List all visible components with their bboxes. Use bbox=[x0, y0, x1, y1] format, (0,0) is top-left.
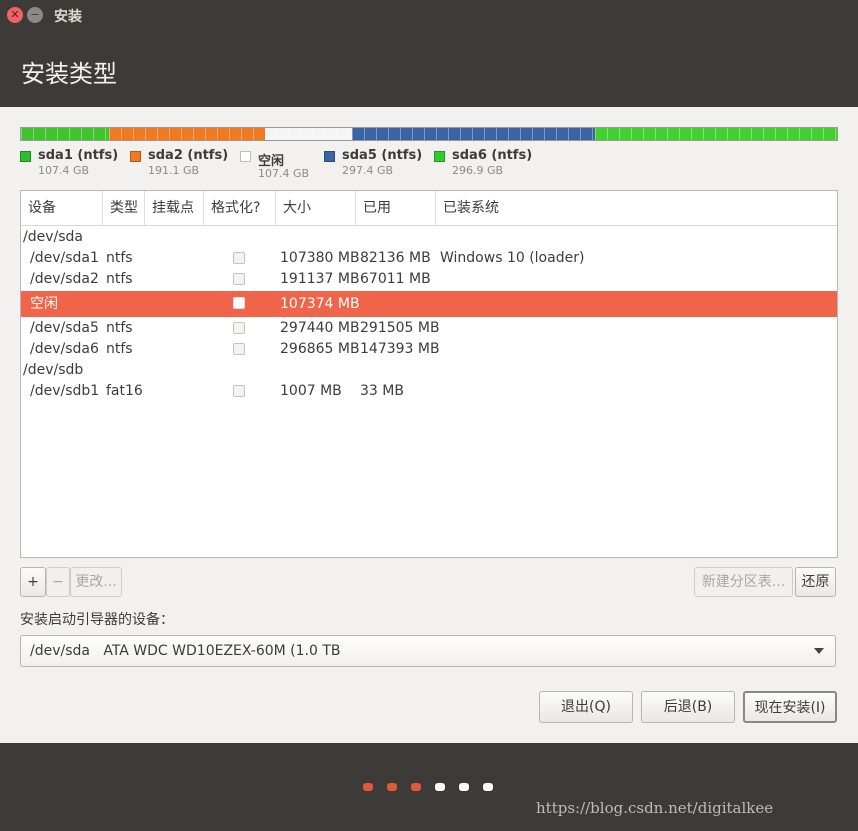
size-cell: 297440 MB bbox=[280, 320, 360, 336]
remove-partition-button[interactable]: − bbox=[46, 567, 70, 597]
boot-device-select[interactable]: /dev/sda ATA WDC WD10EZEX-60M (1.0 TB bbox=[20, 635, 836, 667]
boot-device-value: /dev/sda ATA WDC WD10EZEX-60M (1.0 TB bbox=[30, 643, 341, 659]
progress-dot bbox=[459, 783, 469, 791]
used-cell: 291505 MB bbox=[360, 320, 440, 336]
type-cell: ntfs bbox=[106, 271, 133, 287]
device-cell: /dev/sda1 bbox=[30, 250, 99, 266]
device-cell: /dev/sda bbox=[23, 229, 83, 245]
boot-device-label: 安装启动引导器的设备： bbox=[20, 612, 174, 628]
quit-button[interactable]: 退出(Q) bbox=[539, 691, 633, 723]
partition-row[interactable]: /dev/sdb1 fat16 1007 MB 33 MB bbox=[21, 381, 837, 402]
type-cell: ntfs bbox=[106, 320, 133, 336]
type-cell: ntfs bbox=[106, 250, 133, 266]
legend-name: sda2 (ntfs) bbox=[148, 148, 229, 163]
legend-size: 297.4 GB bbox=[342, 164, 394, 177]
window-titlebar: ✕ − 安装 bbox=[0, 0, 858, 30]
system-cell: Windows 10 (loader) bbox=[440, 250, 585, 266]
format-checkbox[interactable] bbox=[233, 385, 245, 397]
disk-group-row[interactable]: /dev/sda bbox=[21, 227, 837, 248]
disk-segment bbox=[352, 128, 595, 140]
column-header[interactable]: 大小 bbox=[276, 191, 356, 225]
page-header: 安装类型 bbox=[0, 30, 858, 107]
new-partition-table-button[interactable]: 新建分区表... bbox=[694, 567, 793, 597]
size-cell: 107380 MB bbox=[280, 250, 360, 266]
progress-dot bbox=[483, 783, 493, 791]
format-checkbox[interactable] bbox=[233, 343, 245, 355]
column-header[interactable]: 类型 bbox=[103, 191, 145, 225]
column-header[interactable]: 设备 bbox=[21, 191, 103, 225]
format-checkbox[interactable] bbox=[233, 322, 245, 334]
minimize-icon[interactable]: − bbox=[27, 7, 43, 23]
progress-dot bbox=[435, 783, 445, 791]
disk-segment bbox=[108, 128, 265, 140]
column-header[interactable]: 已装系统 bbox=[436, 191, 837, 225]
device-cell: /dev/sda6 bbox=[30, 341, 99, 357]
progress-dot bbox=[363, 783, 373, 791]
main-panel: sda1 (ntfs) 107.4 GB sda2 (ntfs) 191.1 GB 空闲… bbox=[0, 107, 858, 743]
back-button[interactable]: 后退(B) bbox=[641, 691, 735, 723]
legend-swatch bbox=[324, 151, 335, 162]
partition-row[interactable]: /dev/sda5 ntfs 297440 MB 291505 MB bbox=[21, 318, 837, 339]
type-cell: fat16 bbox=[106, 383, 143, 399]
legend-swatch bbox=[240, 151, 251, 162]
footer: https://blog.csdn.net/digitalkee bbox=[0, 743, 858, 831]
table-header: 设备 类型 挂载点 格式化? 大小 已用 已装系统 bbox=[21, 191, 837, 226]
column-header[interactable]: 格式化? bbox=[204, 191, 276, 225]
device-cell: /dev/sda5 bbox=[30, 320, 99, 336]
legend-size: 191.1 GB bbox=[148, 164, 200, 177]
used-cell: 33 MB bbox=[360, 383, 404, 399]
legend-size: 107.4 GB bbox=[38, 164, 90, 177]
size-cell: 296865 MB bbox=[280, 341, 360, 357]
page-title: 安装类型 bbox=[21, 60, 117, 88]
disk-segment bbox=[21, 128, 109, 140]
size-cell: 1007 MB bbox=[280, 383, 342, 399]
used-cell: 82136 MB bbox=[360, 250, 431, 266]
progress-dot bbox=[387, 783, 397, 791]
window-title: 安装 bbox=[54, 9, 82, 25]
used-cell: 67011 MB bbox=[360, 271, 431, 287]
device-cell: /dev/sdb bbox=[23, 362, 84, 378]
legend-name: sda6 (ntfs) bbox=[452, 148, 533, 163]
disk-segment bbox=[264, 128, 353, 140]
partition-row[interactable]: /dev/sda6 ntfs 296865 MB 147393 MB bbox=[21, 339, 837, 360]
legend-swatch bbox=[434, 151, 445, 162]
partition-row[interactable]: /dev/sda1 ntfs 107380 MB 82136 MB Windows 10… bbox=[21, 248, 837, 269]
partition-row[interactable]: 空闲 107374 MB bbox=[21, 291, 837, 317]
watermark: https://blog.csdn.net/digitalkee bbox=[536, 799, 774, 817]
type-cell: ntfs bbox=[106, 341, 133, 357]
format-checkbox[interactable] bbox=[233, 273, 245, 285]
legend-size: 296.9 GB bbox=[452, 164, 504, 177]
install-now-button[interactable]: 现在安装(I) bbox=[743, 691, 837, 723]
device-cell: 空闲 bbox=[30, 296, 58, 312]
disk-legend: sda1 (ntfs) 107.4 GB sda2 (ntfs) 191.1 GB 空闲… bbox=[20, 148, 850, 188]
partition-table[interactable]: 设备 类型 挂载点 格式化? 大小 已用 已装系统 /dev/sda/dev/sda1 ntf… bbox=[20, 190, 838, 558]
add-partition-button[interactable]: + bbox=[20, 567, 46, 597]
device-cell: /dev/sdb1 bbox=[30, 383, 100, 399]
legend-swatch bbox=[130, 151, 141, 162]
size-cell: 191137 MB bbox=[280, 271, 360, 287]
format-checkbox[interactable] bbox=[233, 297, 245, 309]
column-header[interactable]: 挂载点 bbox=[145, 191, 204, 225]
partition-row[interactable]: /dev/sda2 ntfs 191137 MB 67011 MB bbox=[21, 269, 837, 290]
legend-swatch bbox=[20, 151, 31, 162]
progress-dot bbox=[411, 783, 421, 791]
disk-usage-bar bbox=[20, 127, 838, 141]
progress-dots bbox=[363, 783, 493, 793]
device-cell: /dev/sda2 bbox=[30, 271, 99, 287]
change-partition-button[interactable]: 更改... bbox=[70, 567, 122, 597]
legend-name: sda5 (ntfs) bbox=[342, 148, 423, 163]
disk-segment bbox=[594, 128, 837, 140]
close-icon[interactable]: ✕ bbox=[7, 7, 23, 23]
legend-name: sda1 (ntfs) bbox=[38, 148, 119, 163]
chevron-down-icon bbox=[814, 648, 824, 654]
revert-button[interactable]: 还原 bbox=[795, 567, 836, 597]
format-checkbox[interactable] bbox=[233, 252, 245, 264]
size-cell: 107374 MB bbox=[280, 296, 360, 312]
legend-size: 107.4 GB bbox=[258, 167, 310, 180]
column-header[interactable]: 已用 bbox=[356, 191, 436, 225]
used-cell: 147393 MB bbox=[360, 341, 440, 357]
disk-group-row[interactable]: /dev/sdb bbox=[21, 360, 837, 381]
